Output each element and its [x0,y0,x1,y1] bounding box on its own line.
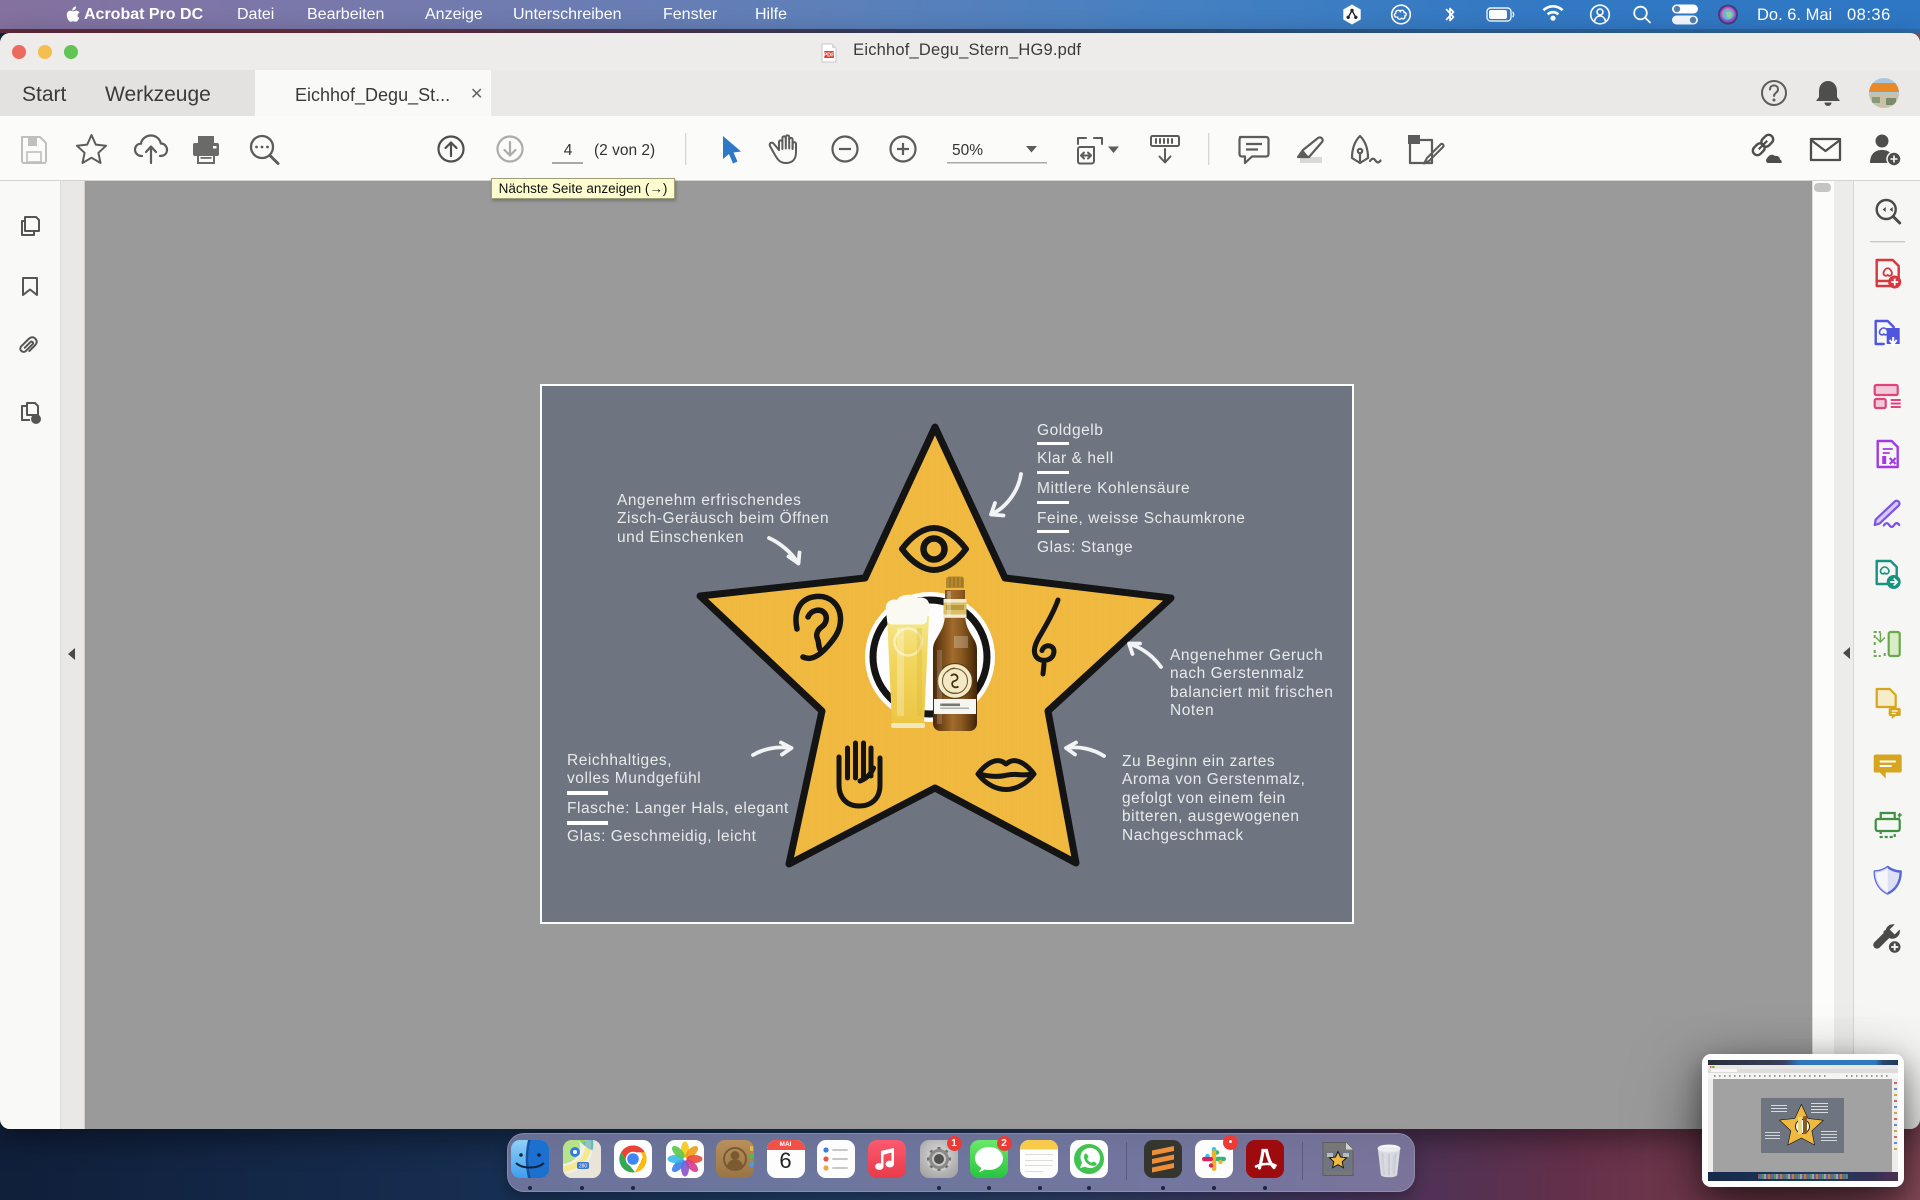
svg-text:PDF: PDF [824,53,836,59]
svg-text:50%: 50% [952,142,983,159]
svg-text:(2 von 2): (2 von 2) [594,142,655,159]
svg-text:280: 280 [579,1164,588,1170]
svg-text:4: 4 [564,142,573,159]
